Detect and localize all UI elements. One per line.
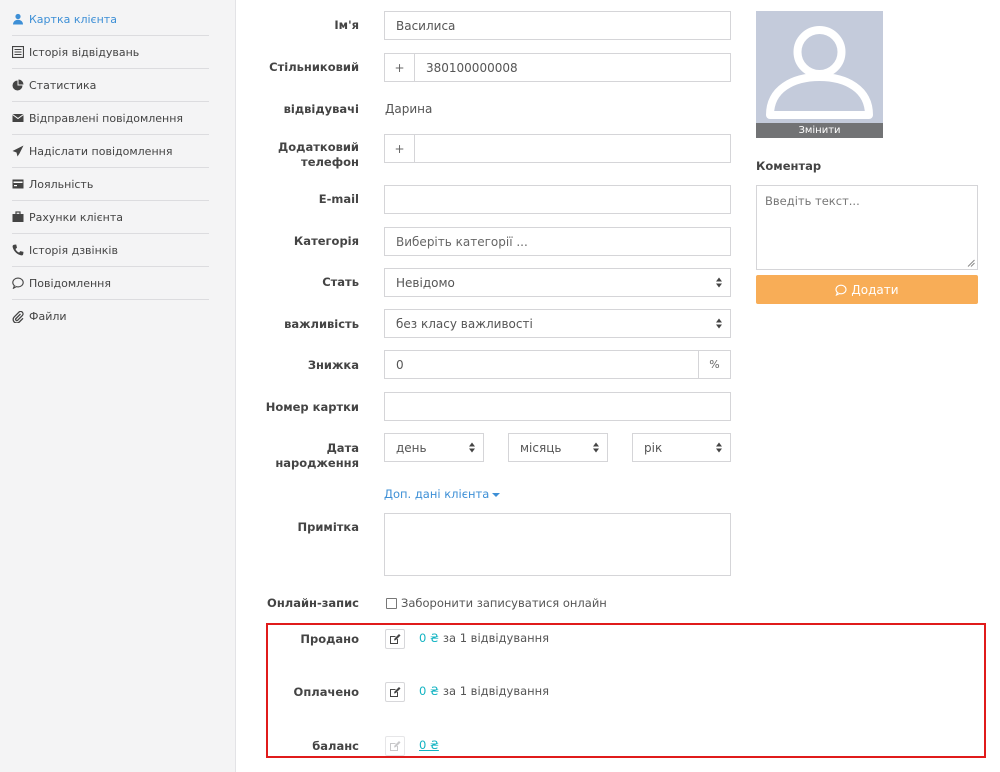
sidebar-item-client-card[interactable]: Картка клієнта [12,3,209,36]
sidebar-item-label: Надіслати повідомлення [29,144,173,158]
sidebar-item-loyalty[interactable]: Лояльність [12,168,209,201]
mobile-phone-value: 380100000008 [426,60,518,75]
note-textarea[interactable] [384,513,731,576]
birth-month-value: місяць [520,440,562,455]
sidebar-item-call-history[interactable]: Історія дзвінків [12,234,209,267]
add-comment-button[interactable]: Додати [756,275,978,304]
card-number-input[interactable] [384,392,731,421]
sidebar-item-files[interactable]: Файли [12,300,209,333]
phone-prefix: + [384,53,415,82]
birth-day-select[interactable]: день [384,433,484,462]
visitors-value: Дарина [385,102,433,116]
sidebar-item-sent-messages[interactable]: Відправлені повідомлення [12,102,209,135]
extra-phone-label: Додатковий телефон [238,140,359,170]
birthdate-label: Дата народження [238,441,359,471]
sidebar-item-label: Історія відвідувань [29,45,140,59]
mobile-phone-label: Стільниковий [269,60,359,74]
pie-chart-icon [12,79,24,91]
importance-select[interactable]: без класу важливості [384,309,731,338]
birth-year-value: рік [644,440,663,455]
importance-value: без класу важливості [396,316,533,331]
birth-year-select[interactable]: рік [632,433,731,462]
note-label: Примітка [297,520,360,534]
birth-month-select[interactable]: місяць [508,433,608,462]
resize-handle-icon[interactable] [967,259,975,267]
card-icon [12,178,24,190]
select-arrows-icon [593,442,599,453]
birthdate-label-line2: народження [275,456,359,470]
phone-icon [12,244,24,256]
list-icon [12,46,24,58]
sidebar-item-label: Лояльність [29,177,94,191]
finance-highlight-box [266,623,986,758]
select-arrows-icon [716,277,722,288]
sidebar-item-label: Повідомлення [29,276,111,290]
more-client-data-label: Доп. дані клієнта [384,487,490,501]
user-icon [12,13,24,25]
name-input[interactable]: Василиса [384,11,731,40]
extra-phone-label-line2: телефон [301,155,359,169]
more-client-data-link[interactable]: Доп. дані клієнта [384,487,501,501]
extra-phone-input[interactable]: + [384,134,731,163]
discount-label: Знижка [307,358,359,372]
user-silhouette-icon [766,26,873,119]
discount-unit: % [698,350,731,379]
online-booking-label: Онлайн-запис [267,596,359,610]
forbid-online-checkbox[interactable] [386,598,397,609]
sidebar-item-visit-history[interactable]: Історія відвідувань [12,36,209,69]
card-number-label: Номер картки [265,400,359,414]
select-arrows-icon [469,442,475,453]
gender-select[interactable]: Невідомо [384,268,731,297]
briefcase-icon [12,211,24,223]
email-input[interactable] [384,185,731,214]
sidebar-item-label: Картка клієнта [29,12,117,26]
name-value: Василиса [396,18,456,33]
sidebar-item-label: Історія дзвінків [29,243,118,257]
envelope-icon [12,112,24,124]
sidebar-item-label: Статистика [29,78,97,92]
discount-value: 0 [396,357,404,372]
sidebar-item-label: Відправлені повідомлення [29,111,184,125]
sidebar-item-statistics[interactable]: Статистика [12,69,209,102]
sidebar-item-messages[interactable]: Повідомлення [12,267,209,300]
sidebar-item-label: Файли [29,310,67,323]
send-icon [12,145,24,157]
sidebar-item-send-message[interactable]: Надіслати повідомлення [12,135,209,168]
add-comment-label: Додати [851,282,899,297]
comment-textarea[interactable]: Введіть текст... [756,185,978,270]
select-arrows-icon [716,318,722,329]
category-placeholder: Виберіть категорії ... [396,234,528,249]
sidebar: Картка клієнта Історія відвідувань Стати… [0,0,236,772]
comment-icon [12,277,24,289]
category-select[interactable]: Виберіть категорії ... [384,227,731,256]
gender-value: Невідомо [396,275,455,290]
extra-phone-prefix: + [384,134,415,163]
comment-placeholder: Введіть текст... [765,194,860,208]
caret-down-icon [492,492,501,497]
mobile-phone-input[interactable]: + 380100000008 [384,53,731,82]
visitors-label: відвідувачі [283,102,359,116]
forbid-online-label: Заборонити записуватися онлайн [401,596,607,610]
sidebar-item-label: Рахунки клієнта [29,210,123,224]
comment-icon [835,284,847,296]
category-label: Категорія [293,234,359,248]
select-arrows-icon [716,442,722,453]
name-label: Ім'я [334,18,359,32]
comment-label: Коментар [756,159,822,173]
sidebar-item-client-accounts[interactable]: Рахунки клієнта [12,201,209,234]
birthdate-label-line1: Дата [326,441,359,455]
paperclip-icon [12,310,24,323]
importance-label: важливість [284,317,359,331]
extra-phone-label-line1: Додатковий [278,140,359,154]
avatar: Змінити [756,11,883,138]
discount-input[interactable]: 0 % [384,350,731,379]
change-avatar-button[interactable]: Змінити [756,123,883,138]
birth-day-value: день [396,440,427,455]
gender-label: Стать [322,275,359,289]
email-label: E-mail [318,192,359,206]
